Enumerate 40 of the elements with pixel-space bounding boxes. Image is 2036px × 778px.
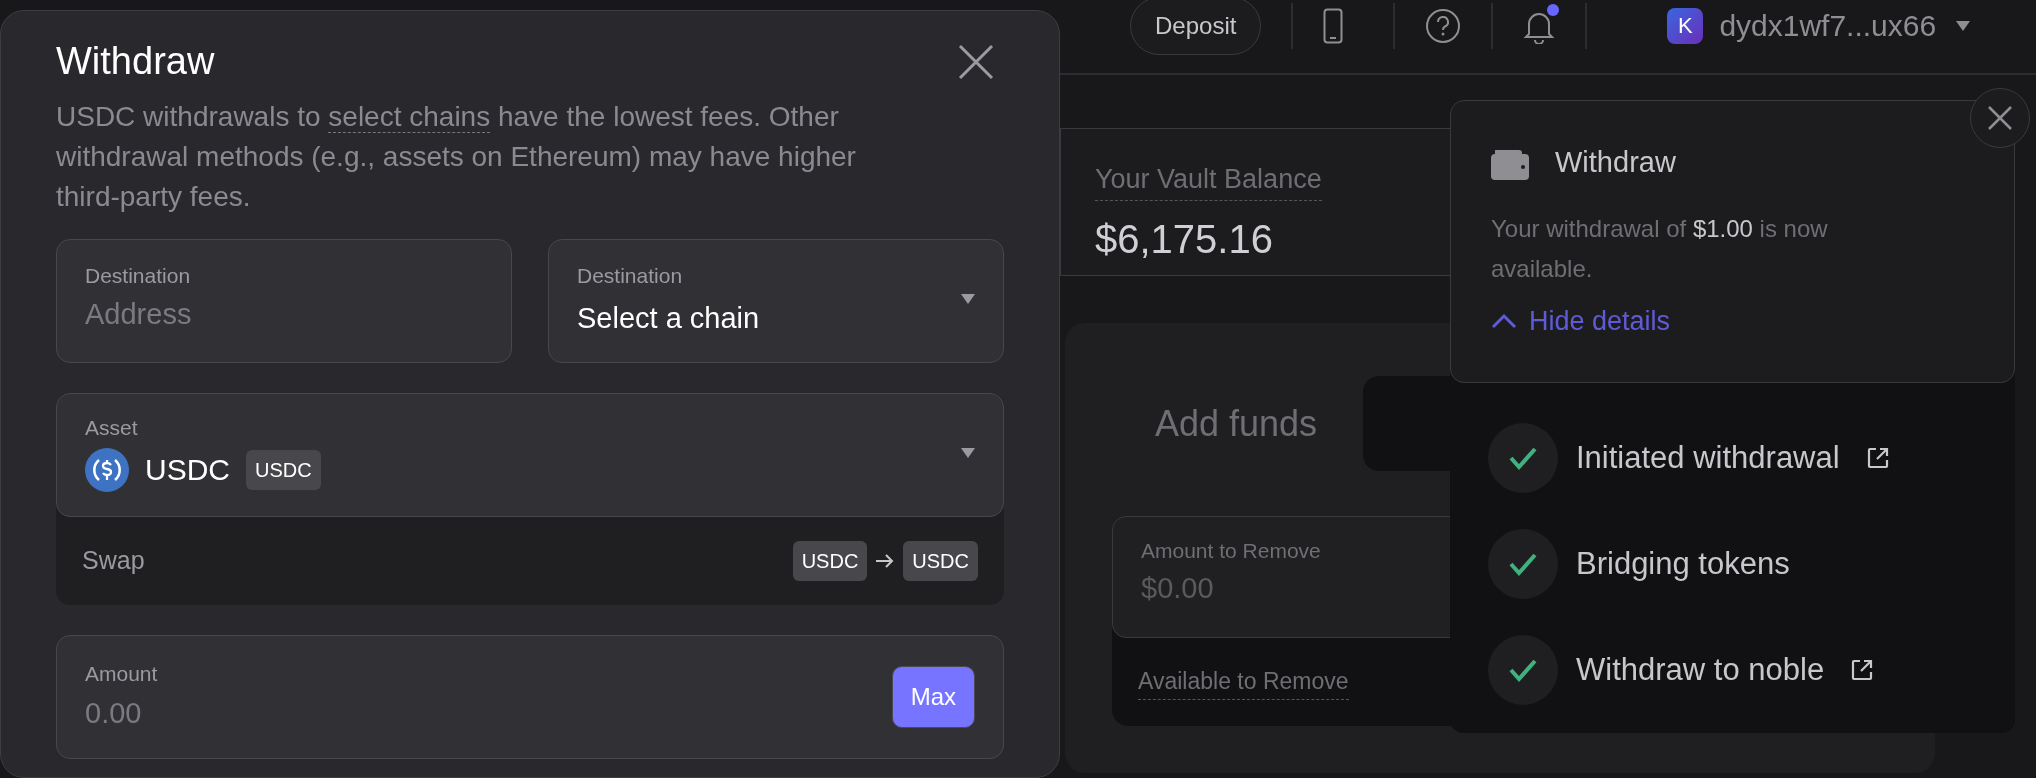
swap-label: Swap (82, 544, 145, 576)
source-token-tag: USDC (792, 540, 868, 581)
usdc-coin-icon (85, 447, 129, 492)
external-link-icon[interactable] (1850, 658, 1875, 682)
amount-field[interactable]: Amount 0.00 Max (56, 634, 1004, 759)
amount-input[interactable]: 0.00 (85, 691, 892, 736)
deposit-button[interactable]: Deposit (1130, 0, 1262, 55)
phone-icon[interactable] (1323, 7, 1344, 44)
vault-balance-value: $6,175.16 (1095, 215, 1273, 263)
destination-address-field[interactable]: Destination Address (56, 238, 512, 363)
help-icon[interactable] (1425, 7, 1462, 44)
chevron-icon (1491, 312, 1517, 329)
asset-tag: USDC (246, 449, 321, 490)
bell-icon[interactable] (1523, 7, 1556, 44)
dialog-title: Withdraw (56, 39, 215, 84)
funds-tab[interactable]: Add funds (1112, 376, 1361, 471)
max-button[interactable]: Max (891, 665, 975, 728)
notification-title: Withdraw (1555, 145, 1676, 180)
amount-to-remove-input[interactable]: $0.00 (1141, 566, 1483, 610)
destination-chain-select[interactable]: Destination Select a chain (548, 238, 1004, 363)
address-input[interactable]: Address (85, 293, 483, 337)
available-to-remove-label: Available to Remove (1138, 664, 1349, 700)
caret-icon (961, 447, 975, 458)
step-label: Initiated withdrawal (1576, 438, 1840, 477)
step-label: Bridging tokens (1576, 544, 1790, 583)
select-chains-link[interactable]: select chains (328, 100, 491, 133)
vault-balance-label: Your Vault Balance (1095, 159, 1322, 201)
target-token-tag: USDC (903, 540, 978, 581)
asset-select[interactable]: Asset USDC USDC (56, 392, 1004, 517)
account-address[interactable]: dydx1wf7...ux66 (1719, 3, 1937, 48)
notification-message: Your withdrawal of $1.00 is now available. (1491, 213, 1829, 284)
fee-notice: USDC withdrawals to select chains have the lowest fees. Other withdrawal methods (e.g., assets on Ethereum) may have higher third-party fees. (56, 99, 857, 214)
close-icon[interactable] (958, 43, 994, 80)
hide-details-toggle[interactable]: Hide details (1491, 300, 1671, 341)
arrow-icon (875, 552, 896, 569)
caret-icon[interactable] (1956, 20, 1971, 31)
caret-icon (961, 293, 975, 304)
account-avatar[interactable]: K (1667, 7, 1704, 44)
step-label: Withdraw to noble (1576, 650, 1825, 689)
external-link-icon[interactable] (1865, 446, 1890, 470)
